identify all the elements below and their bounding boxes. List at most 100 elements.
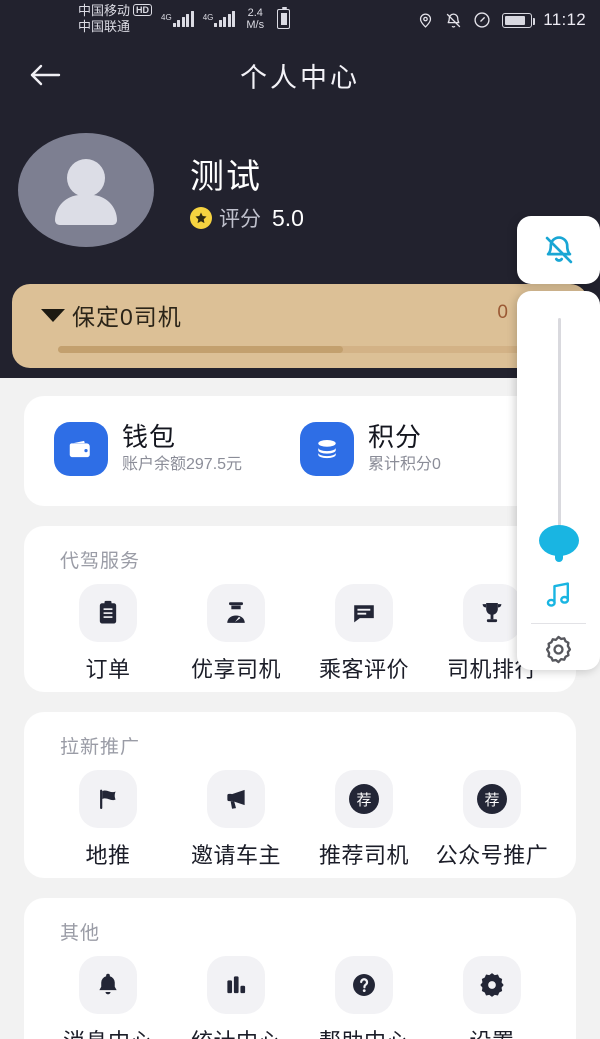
- grid-item-ground-promo[interactable]: 地推: [44, 770, 172, 870]
- overlay-divider: [531, 623, 586, 624]
- other-grid: 消息中心 统计中心: [44, 956, 556, 1039]
- promotion-grid: 地推 邀请车主 荐 推荐司机 荐 公众号推广: [44, 770, 556, 870]
- mute-toggle-button[interactable]: [517, 216, 600, 284]
- signal-2: 4G: [203, 11, 236, 27]
- avatar[interactable]: [18, 133, 154, 247]
- wallet-icon: [54, 422, 108, 476]
- star-icon: [190, 207, 212, 229]
- carrier-row-1: 中国移动 HD: [78, 3, 153, 19]
- status-bar-left: 中国移动 HD 中国联通 4G 4G 2.4 M/s: [78, 3, 291, 35]
- diamond-icon: [41, 309, 65, 322]
- wallet-glyph-icon: [69, 440, 90, 458]
- points-entry[interactable]: 积分 累计积分0: [300, 422, 441, 476]
- trophy-icon: [463, 584, 521, 642]
- megaphone-glyph-icon: [227, 789, 245, 809]
- volume-slider-track[interactable]: [558, 318, 561, 540]
- other-card: 其他 消息中心 统计中心: [24, 898, 576, 1039]
- wallet-entry[interactable]: 钱包 账户余额297.5元: [54, 422, 242, 476]
- network-speed: 2.4 M/s: [246, 7, 264, 31]
- carrier-1-label: 中国移动: [78, 3, 131, 18]
- services-section-title: 代驾服务: [60, 551, 141, 572]
- grid-label: 地推: [85, 843, 131, 868]
- grid-item-settings[interactable]: 设置: [428, 956, 556, 1039]
- battery-icon: [502, 12, 536, 28]
- net-speed-value: 2.4: [247, 7, 263, 19]
- points-title: 积分: [368, 422, 423, 452]
- promotion-card: 拉新推广 地推 邀请车主 荐 推荐司机 荐 公众号推广: [24, 712, 576, 878]
- rating-value: 5.0: [272, 204, 304, 231]
- volume-overlay-panel: [517, 291, 600, 670]
- recommend-badge-icon: 荐: [463, 770, 521, 828]
- location-pin-icon: [420, 13, 432, 28]
- membership-title-group: 保定0司机: [40, 298, 182, 332]
- app-screen: 中国移动 HD 中国联通 4G 4G 2.4 M/s 11:12 个人中心 测试…: [0, 0, 600, 1039]
- gear-glyph-icon: [480, 973, 504, 997]
- grid-label: 帮助中心: [319, 1024, 409, 1039]
- flag-icon: [79, 770, 137, 828]
- coins-glyph-icon: [318, 440, 336, 459]
- grid-label: 乘客评价: [318, 657, 409, 682]
- grid-item-recommend-driver[interactable]: 荐 推荐司机: [300, 770, 428, 870]
- profile-section: 测试 评分 5.0: [0, 133, 600, 253]
- grid-item-official-account-promo[interactable]: 荐 公众号推广: [428, 770, 556, 870]
- battery-small-icon: [277, 7, 291, 29]
- grid-item-help-center[interactable]: 帮助中心: [300, 956, 428, 1039]
- points-subtitle: 累计积分0: [368, 456, 441, 473]
- bell-icon: [79, 956, 137, 1014]
- net-type-2-label: 4G: [202, 13, 214, 22]
- signal-bars-1-icon: [172, 11, 194, 27]
- wallet-subtitle: 账户余额297.5元: [122, 456, 243, 473]
- comment-glyph-icon: [354, 605, 374, 623]
- membership-progress-bar: [58, 346, 558, 353]
- status-bar-right: 11:12: [417, 0, 586, 40]
- grid-item-orders[interactable]: 订单: [44, 584, 172, 684]
- gear-icon: [463, 956, 521, 1014]
- recommend-badge-icon: 荐: [335, 770, 393, 828]
- carrier-info: 中国移动 HD 中国联通: [78, 3, 153, 35]
- question-circle-icon: [335, 956, 393, 1014]
- person-placeholder-icon: [67, 159, 105, 197]
- grid-item-statistics-center[interactable]: 统计中心: [172, 956, 300, 1039]
- signal-1: 4G: [161, 11, 194, 27]
- bar-chart-glyph-icon: [227, 976, 246, 994]
- grid-label: 优享司机: [190, 657, 281, 682]
- hd-badge: HD: [133, 4, 153, 16]
- flag-glyph-icon: [100, 789, 116, 810]
- membership-progress-fill: [58, 346, 343, 353]
- trophy-glyph-icon: [482, 602, 502, 623]
- music-toggle-button[interactable]: [517, 572, 600, 618]
- grid-label: 邀请车主: [190, 843, 281, 868]
- membership-right-text: 0: [497, 302, 508, 323]
- question-circle-glyph-icon: [353, 974, 375, 996]
- net-type-1-label: 4G: [161, 13, 172, 22]
- megaphone-icon: [207, 770, 265, 828]
- recommend-badge-text: 荐: [477, 784, 507, 814]
- wallet-text: 钱包 账户余额297.5元: [122, 422, 242, 476]
- grid-item-premium-driver[interactable]: 优享司机: [172, 584, 300, 684]
- grid-item-invite-owner[interactable]: 邀请车主: [172, 770, 300, 870]
- grid-item-message-center[interactable]: 消息中心: [44, 956, 172, 1039]
- volume-slider-thumb[interactable]: [539, 525, 579, 562]
- overlay-settings-button[interactable]: [517, 627, 600, 671]
- wallet-card: 钱包 账户余额297.5元 积分 累计积分0: [24, 396, 576, 506]
- grid-item-passenger-reviews[interactable]: 乘客评价: [300, 584, 428, 684]
- other-section-title: 其他: [60, 923, 101, 944]
- recommend-badge-text: 荐: [349, 784, 379, 814]
- status-bar: 中国移动 HD 中国联通 4G 4G 2.4 M/s 11:12: [0, 0, 600, 40]
- comment-icon: [335, 584, 393, 642]
- signal-bars-2-icon: [214, 11, 236, 27]
- points-text: 积分 累计积分0: [368, 422, 441, 476]
- clipboard-glyph-icon: [99, 600, 117, 624]
- grid-label: 统计中心: [191, 1024, 281, 1039]
- status-bar-clock: 11:12: [543, 10, 586, 29]
- grid-label: 设置: [469, 1024, 514, 1039]
- coins-icon: [300, 422, 354, 476]
- bell-muted-icon: [446, 12, 461, 28]
- membership-banner[interactable]: 保定0司机 0: [12, 284, 588, 368]
- driver-icon: [207, 584, 265, 642]
- bar-chart-icon: [207, 956, 265, 1014]
- services-card: 代驾服务 订单 优享司机 乘客评价 司机排行: [24, 526, 576, 692]
- bell-off-icon: [545, 236, 572, 264]
- carrier-2-label: 中国联通: [78, 19, 131, 34]
- page-title: 个人中心: [240, 62, 360, 93]
